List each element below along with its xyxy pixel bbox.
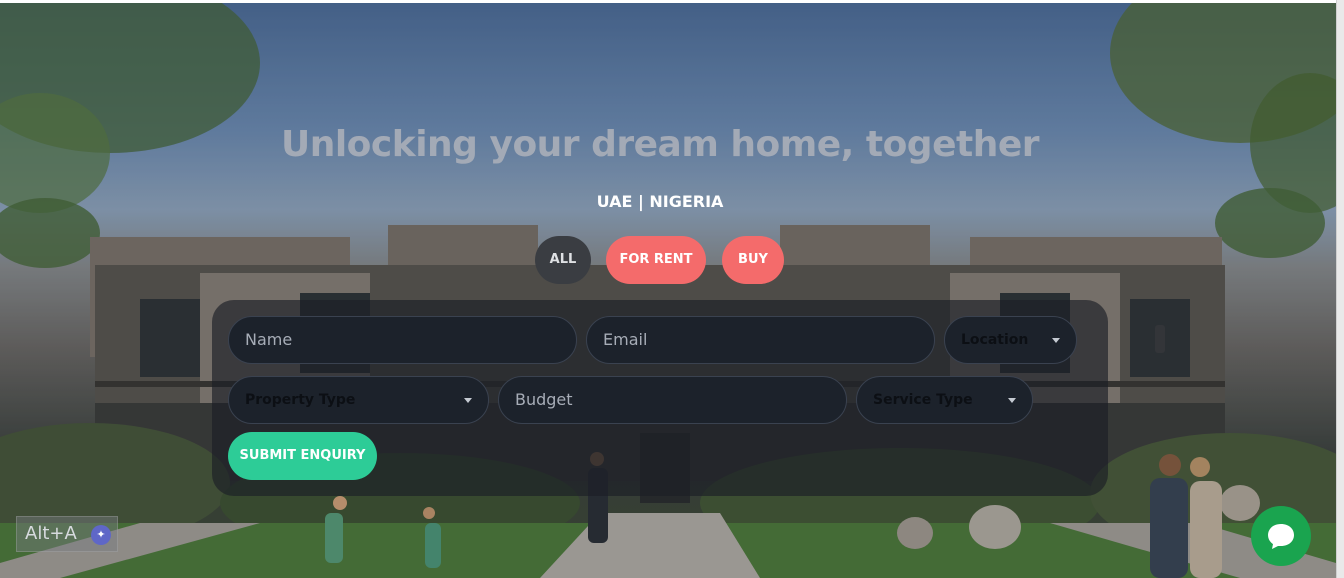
submit-enquiry-button[interactable]: SUBMIT ENQUIRY	[228, 432, 377, 480]
location-select-label: Location	[961, 332, 1029, 348]
property-type-select-label: Property Type	[245, 392, 356, 408]
property-type-select[interactable]: Property Type	[228, 376, 489, 424]
chevron-down-icon	[1052, 338, 1060, 343]
location-select[interactable]: Location	[944, 316, 1077, 364]
shortcut-badge-label: Alt+A	[25, 523, 77, 544]
assistant-dot-icon: ✦	[91, 525, 111, 545]
name-input[interactable]: Name	[228, 316, 577, 364]
filter-all-button[interactable]: ALL	[535, 236, 591, 284]
chevron-down-icon	[1008, 398, 1016, 403]
window-scrollbar[interactable]	[1336, 0, 1344, 578]
shortcut-badge[interactable]: Alt+A ✦	[16, 516, 118, 552]
chat-launcher-button[interactable]	[1251, 506, 1311, 566]
hero-regions: UAE | NIGERIA	[596, 192, 724, 211]
filter-for-rent-button[interactable]: FOR RENT	[606, 236, 706, 284]
email-input[interactable]: Email	[586, 316, 935, 364]
service-type-select-label: Service Type	[873, 392, 973, 408]
filter-buy-button[interactable]: BUY	[722, 236, 784, 284]
budget-input[interactable]: Budget	[498, 376, 847, 424]
hero-headline: Unlocking your dream home, together	[280, 124, 1040, 165]
service-type-select[interactable]: Service Type	[856, 376, 1033, 424]
chat-bubble-icon	[1268, 524, 1294, 549]
chevron-down-icon	[464, 398, 472, 403]
